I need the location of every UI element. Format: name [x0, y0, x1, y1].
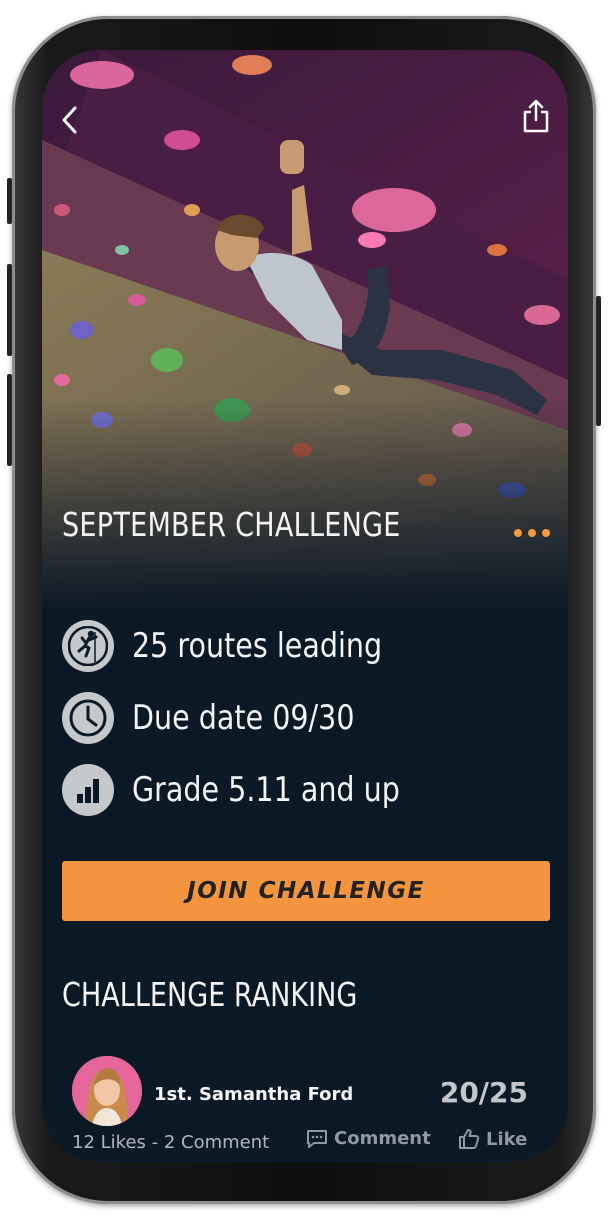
join-challenge-button[interactable]: JOIN CHALLENGE: [62, 861, 550, 921]
mute-switch: [7, 178, 12, 224]
app-screen: SEPTEMBER CHALLENGE 25 routes leading Du…: [42, 50, 568, 1162]
like-button[interactable]: Like: [458, 1128, 527, 1150]
more-options-button[interactable]: [514, 524, 550, 542]
share-button[interactable]: [514, 94, 558, 138]
detail-grade: Grade 5.11 and up: [62, 762, 451, 818]
ranking-stats: 12 Likes - 2 Comment: [72, 1132, 270, 1153]
back-button[interactable]: [48, 98, 92, 142]
volume-down-button: [7, 374, 12, 466]
detail-due-date: Due date 09/30: [62, 690, 397, 746]
clock-icon: [62, 692, 114, 744]
detail-due-date-text: Due date 09/30: [132, 698, 355, 738]
comment-button[interactable]: Comment: [306, 1128, 431, 1149]
ranking-name: 1st. Samantha Ford: [154, 1084, 354, 1105]
more-dots-icon: [514, 529, 522, 537]
comment-label: Comment: [334, 1128, 431, 1149]
join-challenge-label: JOIN CHALLENGE: [187, 878, 425, 904]
share-icon: [523, 99, 549, 133]
climber-icon: [62, 620, 114, 672]
comment-icon: [307, 1129, 327, 1148]
power-button: [596, 296, 601, 426]
bar-chart-icon: [62, 764, 114, 816]
thumbs-up-icon: [459, 1129, 480, 1149]
detail-routes-text: 25 routes leading: [132, 626, 383, 666]
challenge-title: SEPTEMBER CHALLENGE: [62, 505, 401, 544]
ranking-title: CHALLENGE RANKING: [62, 975, 358, 1014]
ranking-score: 20/25: [439, 1076, 528, 1109]
avatar[interactable]: [72, 1056, 142, 1126]
detail-routes: 25 routes leading: [62, 618, 430, 674]
detail-grade-text: Grade 5.11 and up: [132, 770, 400, 810]
chevron-left-icon: [62, 106, 77, 134]
volume-up-button: [7, 264, 12, 356]
like-label: Like: [486, 1128, 528, 1150]
